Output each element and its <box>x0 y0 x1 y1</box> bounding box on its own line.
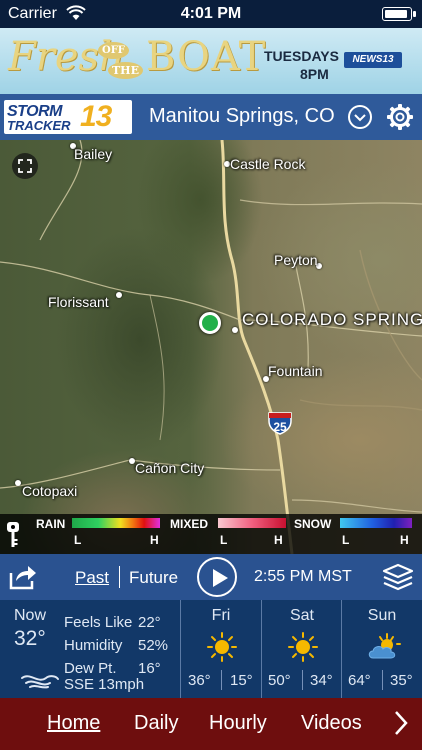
forecast-low: 34° <box>310 672 333 689</box>
partly-cloudy-icon <box>368 633 401 659</box>
current-temp: 32° <box>14 627 46 650</box>
nav-home[interactable]: Home <box>47 712 100 735</box>
ad-channel-logo: NEWS13 <box>344 52 402 68</box>
city-dot <box>116 292 122 298</box>
legend-snow-low: L <box>342 533 350 547</box>
legend-snow-bar <box>340 518 412 528</box>
legend-rain-bar <box>72 518 160 528</box>
nav-videos[interactable]: Videos <box>301 712 362 735</box>
radar-map[interactable]: Bailey Castle Rock Peyton Florissant COL… <box>0 140 422 554</box>
nav-hourly[interactable]: Hourly <box>209 712 267 735</box>
forecast-day-name: Fri <box>211 607 231 624</box>
status-bar: Carrier 4:01 PM <box>0 0 422 28</box>
layers-icon[interactable] <box>382 563 414 591</box>
humidity-label: Humidity <box>64 637 123 654</box>
feels-like-value: 22° <box>138 614 161 631</box>
forecast-day-name: Sun <box>367 607 397 624</box>
location-dropdown-button[interactable] <box>348 105 372 129</box>
past-toggle[interactable]: Past <box>75 568 109 588</box>
city-florissant: Florissant <box>48 294 109 310</box>
radar-timestamp: 2:55 PM MST <box>254 568 352 585</box>
storm-tracker-logo: STORM TRACKER 13 <box>4 100 132 134</box>
key-icon <box>7 522 19 547</box>
future-toggle[interactable]: Future <box>129 568 178 588</box>
city-peyton: Peyton <box>274 252 318 268</box>
legend-rain-high: H <box>150 533 159 547</box>
forecast-high: 36° <box>188 672 211 689</box>
humidity-value: 52% <box>138 637 169 654</box>
ad-banner[interactable]: Fresh OFF THE BOAT TUESDAYS 8PM NEWS13 <box>0 28 422 94</box>
bottom-nav: Home Daily Hourly Videos <box>0 698 422 750</box>
legend-snow-high: H <box>400 533 409 547</box>
ad-air-time: 8PM <box>300 66 329 82</box>
city-dot <box>232 327 238 333</box>
toggle-separator <box>119 566 120 588</box>
current-location-marker[interactable] <box>199 312 221 334</box>
sun-icon <box>207 632 237 662</box>
legend-mixed-low: L <box>220 533 228 547</box>
city-dot <box>15 480 21 486</box>
chevron-down-icon <box>354 114 366 122</box>
brand-tracker: TRACKER <box>7 118 71 133</box>
ad-title-boat: BOAT <box>146 34 267 80</box>
city-bailey: Bailey <box>74 146 113 162</box>
interstate-number: 25 <box>273 420 287 434</box>
feels-like-label: Feels Like <box>64 614 133 631</box>
wind-icon <box>21 675 59 689</box>
status-time: 4:01 PM <box>180 5 242 22</box>
legend-mixed-bar <box>218 518 286 528</box>
hilo-separator <box>382 670 383 690</box>
wind-value: SSE 13mph <box>64 676 145 693</box>
sun-icon <box>288 632 318 662</box>
city-colorado-springs: COLORADO SPRINGS <box>242 310 422 329</box>
expand-map-button[interactable] <box>12 153 38 179</box>
play-button[interactable] <box>197 557 237 597</box>
share-icon[interactable] <box>8 561 38 591</box>
forecast-day-name: Sat <box>289 607 314 624</box>
city-fountain: Fountain <box>268 363 323 379</box>
forecast-high: 64° <box>348 672 371 689</box>
now-label: Now <box>14 607 47 624</box>
dew-point-label: Dew Pt. <box>64 660 117 677</box>
hilo-separator <box>221 670 222 690</box>
nav-daily[interactable]: Daily <box>134 712 178 735</box>
ad-title-the: THE <box>108 62 143 79</box>
legend-mixed-high: H <box>274 533 283 547</box>
dew-point-value: 16° <box>138 660 161 677</box>
legend-rain-low: L <box>74 533 82 547</box>
app-header: STORM TRACKER 13 Manitou Springs, CO <box>0 94 422 140</box>
playback-controls: Past Future 2:55 PM MST <box>0 554 422 600</box>
hilo-separator <box>302 670 303 690</box>
brand-number: 13 <box>80 100 112 133</box>
city-canon-city: Cañon City <box>135 460 205 476</box>
chevron-right-icon[interactable] <box>393 710 409 736</box>
city-cotopaxi: Cotopaxi <box>22 483 78 499</box>
forecast-high: 50° <box>268 672 291 689</box>
radar-legend: RAIN L H MIXED L H SNOW L H <box>0 514 422 554</box>
legend-snow-label: SNOW <box>294 517 332 531</box>
city-castle-rock: Castle Rock <box>230 156 306 172</box>
ad-title-off: OFF <box>98 42 129 59</box>
forecast-low: 35° <box>390 672 413 689</box>
ad-air-day: TUESDAYS <box>264 48 339 64</box>
location-label[interactable]: Manitou Springs, CO <box>149 105 335 128</box>
legend-mixed-label: MIXED <box>170 517 209 531</box>
battery-icon <box>382 7 416 21</box>
gear-icon[interactable] <box>386 103 414 131</box>
forecast-low: 15° <box>230 672 253 689</box>
legend-rain-label: RAIN <box>36 517 66 531</box>
conditions-panel: Now 32° Feels Like 22° Humidity 52% Dew … <box>0 600 422 698</box>
expand-icon <box>18 159 32 173</box>
